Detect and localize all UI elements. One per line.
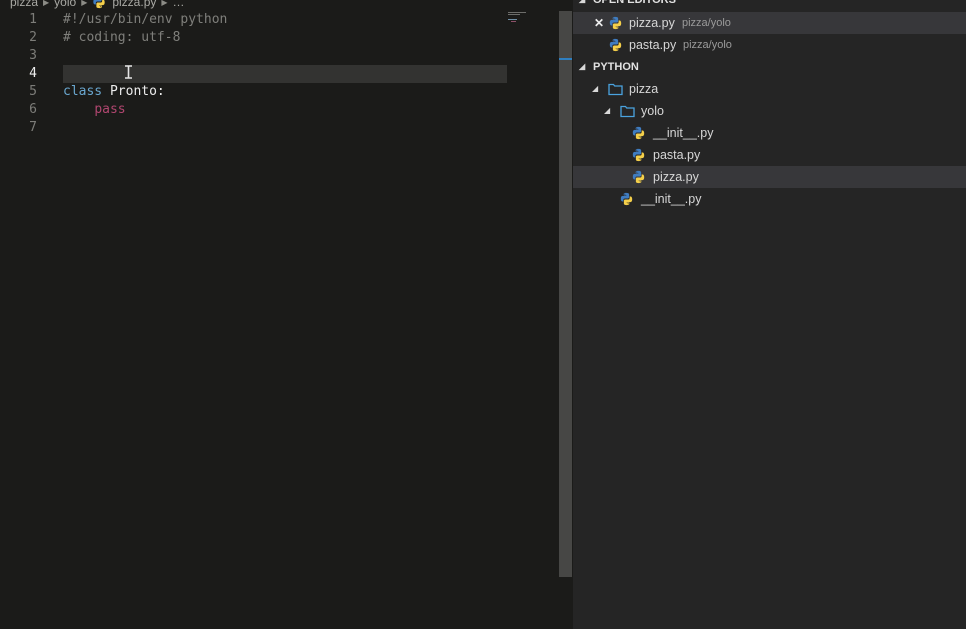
open-editor-item[interactable]: ✕ pizza.py pizza/yolo: [573, 12, 966, 34]
tree-item-file-selected[interactable]: pizza.py: [573, 166, 966, 188]
explorer-sidebar: ◢ OPEN EDITORS ✕ pizza.py pizza/yolo pas…: [573, 0, 966, 629]
folder-outline-icon: [620, 104, 635, 118]
tree-item-yolo[interactable]: ◢ yolo: [573, 100, 966, 122]
line-number: 3: [29, 48, 37, 63]
triangle-down-icon: ◢: [604, 106, 611, 115]
code-line[interactable]: #!/usr/bin/env python: [63, 11, 507, 29]
line-number: 7: [29, 120, 37, 135]
shebang-comment: #!/usr/bin/env python: [63, 12, 228, 27]
python-logo-icon: [631, 126, 646, 140]
line-number-gutter: 1 2 3 4 5 6 7: [0, 11, 40, 137]
vertical-scrollbar[interactable]: [559, 11, 572, 577]
tree-item-file[interactable]: __init__.py: [573, 188, 966, 210]
open-editors-header[interactable]: ◢ OPEN EDITORS: [573, 0, 966, 11]
tree-item-label: pasta.py: [653, 148, 701, 162]
open-editor-item[interactable]: pasta.py pizza/yolo: [573, 34, 966, 56]
breadcrumb-item-more[interactable]: …: [173, 0, 185, 9]
breadcrumb-item-yolo[interactable]: yolo: [54, 0, 76, 9]
line-number: 2: [29, 30, 37, 45]
tree-item-pizza[interactable]: ◢ pizza: [573, 78, 966, 100]
text-cursor-icon: [123, 65, 134, 79]
class-name: Pronto:: [102, 84, 165, 99]
python-logo-icon: [608, 16, 623, 30]
tree-item-label: __init__.py: [641, 192, 702, 206]
tree-item-label: yolo: [641, 104, 664, 118]
breadcrumb-separator-icon: ▶: [43, 0, 50, 7]
code-line[interactable]: [63, 119, 507, 137]
tree-item-file[interactable]: pasta.py: [573, 144, 966, 166]
python-folder-title: PYTHON: [593, 61, 639, 73]
line-number: 5: [29, 84, 37, 99]
breadcrumb-item-file[interactable]: pizza.py: [112, 0, 156, 9]
tree-item-label: __init__.py: [653, 126, 714, 140]
open-editor-path: pizza/yolo: [683, 39, 732, 51]
folder-outline-icon: [608, 82, 623, 96]
tree-item-label: pizza.py: [653, 170, 699, 184]
triangle-down-icon: ◢: [579, 0, 585, 11]
line-number: 1: [29, 12, 37, 27]
python-logo-icon: [631, 170, 646, 184]
breadcrumb-item-pizza[interactable]: pizza: [10, 0, 38, 9]
minimap[interactable]: [506, 11, 530, 25]
open-editor-path: pizza/yolo: [682, 17, 731, 29]
triangle-down-icon: ◢: [579, 62, 586, 71]
python-logo-icon: [608, 38, 623, 52]
open-editor-name: pasta.py: [629, 38, 677, 52]
tree-item-label: pizza: [629, 82, 659, 96]
class-keyword: class: [63, 84, 103, 99]
python-logo-icon: [619, 192, 634, 206]
tree-item-file[interactable]: __init__.py: [573, 122, 966, 144]
breadcrumb-separator-icon: ▶: [81, 0, 88, 7]
python-logo-icon: [92, 0, 106, 9]
open-editor-name: pizza.py: [629, 16, 675, 30]
code-line[interactable]: pass: [63, 101, 507, 119]
triangle-down-icon: ◢: [592, 84, 599, 93]
line-number-active: 4: [29, 66, 37, 81]
encoding-comment: # coding: utf-8: [63, 30, 181, 45]
editor-pane[interactable]: pizza ▶ yolo ▶ pizza.py ▶ … 1 2 3 4 5 6 …: [0, 0, 573, 629]
pass-keyword: pass: [94, 102, 126, 117]
code-line[interactable]: # coding: utf-8: [63, 29, 507, 47]
python-logo-icon: [631, 148, 646, 162]
code-line[interactable]: [63, 47, 507, 65]
python-folder-header[interactable]: ◢ PYTHON: [573, 56, 966, 78]
breadcrumb-separator-icon: ▶: [161, 0, 168, 7]
line-number: 6: [29, 102, 37, 117]
scrollbar-cursor-marker: [559, 58, 572, 60]
close-icon[interactable]: ✕: [594, 12, 604, 34]
breadcrumb: pizza ▶ yolo ▶ pizza.py ▶ …: [10, 0, 185, 9]
code-line[interactable]: class Pronto:: [63, 83, 507, 101]
open-editors-title: OPEN EDITORS: [593, 0, 676, 6]
